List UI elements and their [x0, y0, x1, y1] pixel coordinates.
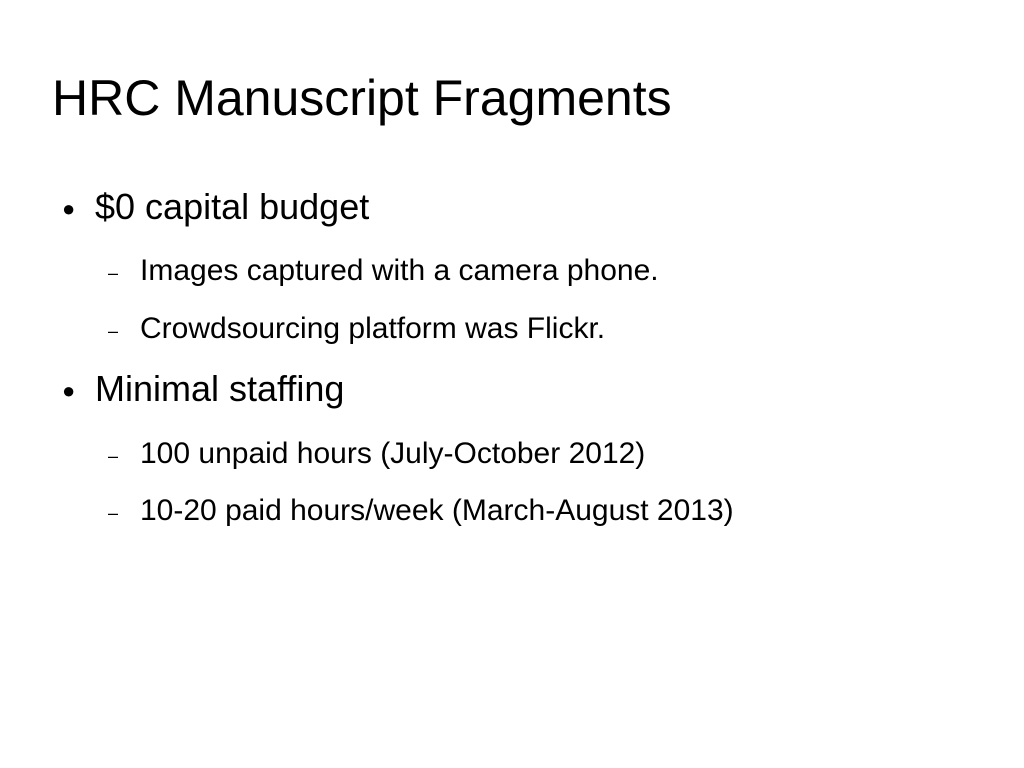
dash-icon: – — [108, 321, 119, 341]
dash-icon: – — [108, 503, 119, 523]
bullet-list: ● $0 capital budget – Images captured wi… — [0, 0, 1024, 768]
sub-bullet-text: Crowdsourcing platform was Flickr. — [140, 312, 606, 345]
bullet-dot-icon: ● — [62, 378, 76, 403]
bullet-text: $0 capital budget — [95, 186, 370, 227]
dash-icon: – — [108, 263, 119, 283]
sub-bullet-text: 100 unpaid hours (July-October 2012) — [140, 437, 646, 470]
sub-bullet-text: 10-20 paid hours/week (March-August 2013… — [140, 494, 734, 527]
dash-icon: – — [108, 446, 119, 466]
bullet-text: Minimal staffing — [95, 368, 345, 409]
sub-bullet-text: Images captured with a camera phone. — [140, 254, 659, 287]
slide: HRC Manuscript Fragments ● $0 capital bu… — [0, 0, 1024, 768]
bullet-dot-icon: ● — [62, 196, 76, 221]
